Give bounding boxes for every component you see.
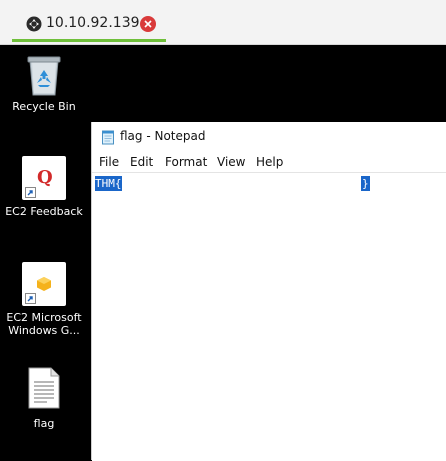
menu-format[interactable]: Format: [165, 155, 207, 169]
desktop-icon-label: flag: [33, 417, 55, 430]
recycle-bin-icon: [27, 56, 61, 96]
shortcut-arrow-icon: [25, 187, 36, 198]
session-tab-bar: 10.10.92.139: [0, 0, 446, 45]
close-icon[interactable]: [140, 16, 156, 32]
shortcut-arrow-icon: [25, 293, 36, 304]
desktop-icon-ec2-feedback[interactable]: Q EC2 Feedback: [1, 156, 87, 218]
notepad-menu-bar: File Edit Format View Help: [92, 152, 446, 172]
notepad-icon: [101, 129, 115, 145]
notepad-window: flag - Notepad File Edit Format View Hel…: [91, 122, 446, 461]
remote-desktop: Recycle Bin Q EC2 Feedback EC2 Microsoft…: [0, 45, 446, 461]
notepad-title-bar[interactable]: flag - Notepad: [92, 122, 446, 152]
menu-edit[interactable]: Edit: [130, 155, 153, 169]
desktop-icon-recycle-bin[interactable]: Recycle Bin: [1, 53, 87, 113]
desktop-icon-label: Recycle Bin: [12, 100, 76, 113]
remote-desktop-icon: [26, 16, 42, 32]
ec2-feedback-icon: Q: [22, 156, 66, 200]
desktop-icon-label-line-2: Windows G...: [8, 324, 80, 337]
menu-file[interactable]: File: [99, 155, 119, 169]
desktop-icon-label-line-1: EC2 Microsoft: [6, 311, 82, 324]
menu-help[interactable]: Help: [256, 155, 283, 169]
notepad-text-area[interactable]: THM{ }: [92, 172, 446, 461]
desktop-icon-label: EC2 Feedback: [5, 205, 83, 218]
desktop-icon-ec2-windows-guide[interactable]: EC2 Microsoft Windows G...: [1, 262, 87, 337]
session-tab[interactable]: 10.10.92.139: [12, 6, 166, 42]
notepad-title: flag - Notepad: [120, 129, 206, 143]
selected-text-end: }: [361, 176, 370, 191]
desktop-icon-flag[interactable]: flag: [1, 367, 87, 430]
ec2-windows-guide-icon: [22, 262, 66, 306]
selected-text-start: THM{: [95, 176, 122, 191]
text-file-icon: [28, 367, 60, 409]
selection-gap: [128, 176, 361, 191]
menu-view[interactable]: View: [217, 155, 245, 169]
tab-title: 10.10.92.139: [46, 15, 140, 31]
